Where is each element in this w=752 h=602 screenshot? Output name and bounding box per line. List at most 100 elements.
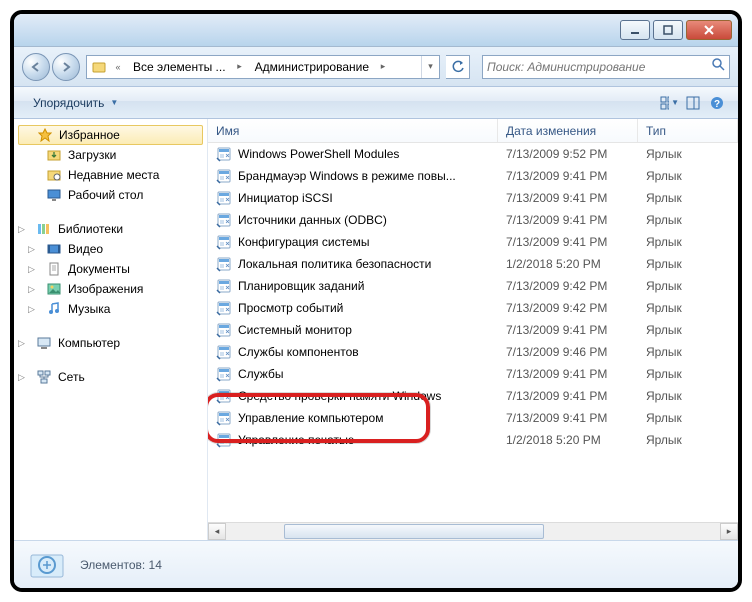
file-date: 7/13/2009 9:41 PM <box>498 191 638 205</box>
shortcut-icon <box>216 256 232 272</box>
sidebar-item-downloads[interactable]: Загрузки <box>14 145 207 165</box>
column-name[interactable]: Имя <box>208 119 498 142</box>
sidebar-item-pictures[interactable]: ▷ Изображения <box>14 279 207 299</box>
chevron-right-icon[interactable]: ▸ <box>376 56 390 78</box>
toolbar: Упорядочить ▼ ▼ ? <box>14 87 738 119</box>
file-date: 7/13/2009 9:41 PM <box>498 235 638 249</box>
forward-button[interactable] <box>52 53 80 81</box>
sidebar-item-label: Сеть <box>58 370 85 384</box>
column-type[interactable]: Тип <box>638 119 738 142</box>
close-button[interactable] <box>686 20 732 40</box>
file-row[interactable]: Службы компонентов7/13/2009 9:46 PMЯрлык <box>208 341 738 363</box>
sidebar-item-documents[interactable]: ▷ Документы <box>14 259 207 279</box>
file-row[interactable]: Инициатор iSCSI7/13/2009 9:41 PMЯрлык <box>208 187 738 209</box>
file-row[interactable]: Планировщик заданий7/13/2009 9:42 PMЯрлы… <box>208 275 738 297</box>
scroll-right-button[interactable]: ▸ <box>720 523 738 540</box>
chevron-down-icon: ▼ <box>110 98 118 107</box>
address-bar[interactable]: « Все элементы ... ▸ Администрирование ▸… <box>86 55 440 79</box>
expand-icon[interactable]: ▷ <box>28 264 40 275</box>
column-date[interactable]: Дата изменения <box>498 119 638 142</box>
horizontal-scrollbar[interactable]: ◂ ▸ <box>208 522 738 540</box>
breadcrumb-seg-2[interactable]: Администрирование <box>247 56 376 78</box>
star-icon <box>37 127 53 143</box>
refresh-button[interactable] <box>446 55 470 79</box>
sidebar: Избранное Загрузки Недавние места Рабочи… <box>14 119 208 540</box>
search-icon[interactable] <box>711 57 725 76</box>
scroll-left-button[interactable]: ◂ <box>208 523 226 540</box>
file-list: Windows PowerShell Modules 7/13/2009 9:52… <box>208 143 738 520</box>
expand-icon[interactable]: ▷ <box>18 372 30 383</box>
file-name: Windows PowerShell Modules <box>238 147 399 161</box>
file-name: Источники данных (ODBC) <box>238 213 387 227</box>
status-bar: Элементов: 14 <box>14 540 738 588</box>
chevron-right-icon[interactable]: ▸ <box>233 56 247 78</box>
sidebar-network[interactable]: ▷ Сеть <box>14 367 207 387</box>
address-dropdown-icon[interactable]: ▾ <box>421 56 439 78</box>
file-row[interactable]: Источники данных (ODBC)7/13/2009 9:41 PM… <box>208 209 738 231</box>
history-dropdown-icon[interactable]: « <box>111 56 125 78</box>
file-row[interactable]: Брандмауэр Windows в режиме повы...7/13/… <box>208 165 738 187</box>
file-date: 7/13/2009 9:52 PM <box>498 147 638 161</box>
file-type: Ярлык <box>638 345 738 359</box>
scroll-thumb[interactable] <box>284 524 544 539</box>
titlebar <box>14 14 738 47</box>
expand-icon[interactable]: ▷ <box>28 284 40 295</box>
file-type: Ярлык <box>638 279 738 293</box>
sidebar-item-desktop[interactable]: Рабочий стол <box>14 185 207 205</box>
organize-button[interactable]: Упорядочить ▼ <box>24 91 127 115</box>
pictures-icon <box>46 281 62 297</box>
file-row[interactable]: Управление печатью1/2/2018 5:20 PMЯрлык <box>208 429 738 451</box>
organize-label: Упорядочить <box>33 96 104 110</box>
recent-icon <box>46 167 62 183</box>
back-button[interactable] <box>22 53 50 81</box>
expand-icon[interactable]: ▷ <box>18 224 30 235</box>
search-input[interactable] <box>487 60 711 74</box>
file-row[interactable]: Средство проверки памяти Windows7/13/200… <box>208 385 738 407</box>
shortcut-icon <box>216 432 232 448</box>
shortcut-icon <box>216 410 232 426</box>
file-type: Ярлык <box>638 367 738 381</box>
sidebar-item-recent[interactable]: Недавние места <box>14 165 207 185</box>
file-row[interactable]: Конфигурация системы7/13/2009 9:41 PMЯрл… <box>208 231 738 253</box>
expand-icon[interactable]: ▷ <box>18 338 30 349</box>
breadcrumb-seg-1[interactable]: Все элементы ... <box>125 56 233 78</box>
file-date: 1/2/2018 5:20 PM <box>498 257 638 271</box>
expand-icon[interactable]: ▷ <box>28 304 40 315</box>
sidebar-item-label: Видео <box>68 242 103 256</box>
nav-row: « Все элементы ... ▸ Администрирование ▸… <box>14 47 738 87</box>
minimize-button[interactable] <box>620 20 650 40</box>
search-box[interactable] <box>482 55 730 79</box>
file-row[interactable]: Просмотр событий7/13/2009 9:42 PMЯрлык <box>208 297 738 319</box>
sidebar-item-label: Музыка <box>68 302 110 316</box>
file-name: Инициатор iSCSI <box>238 191 333 205</box>
sidebar-computer[interactable]: ▷ Компьютер <box>14 333 207 353</box>
help-button[interactable]: ? <box>706 92 728 114</box>
file-row[interactable]: Службы7/13/2009 9:41 PMЯрлык <box>208 363 738 385</box>
file-name: Системный монитор <box>238 323 352 337</box>
file-row[interactable]: Системный монитор7/13/2009 9:41 PMЯрлык <box>208 319 738 341</box>
view-mode-button[interactable]: ▼ <box>658 92 680 114</box>
file-date: 7/13/2009 9:41 PM <box>498 323 638 337</box>
sidebar-item-video[interactable]: ▷ Видео <box>14 239 207 259</box>
file-type: Ярлык <box>638 411 738 425</box>
column-headers: Имя Дата изменения Тип <box>208 119 738 143</box>
sidebar-item-label: Библиотеки <box>58 222 123 236</box>
file-type: Ярлык <box>638 147 738 161</box>
preview-pane-button[interactable] <box>682 92 704 114</box>
file-date: 1/2/2018 5:20 PM <box>498 433 638 447</box>
shortcut-icon <box>216 300 232 316</box>
file-name: Брандмауэр Windows в режиме повы... <box>238 169 456 183</box>
expand-icon[interactable]: ▷ <box>28 244 40 255</box>
svg-text:?: ? <box>714 99 720 110</box>
music-icon <box>46 301 62 317</box>
file-row[interactable]: Управление компьютером7/13/2009 9:41 PMЯ… <box>208 407 738 429</box>
file-row[interactable]: Локальная политика безопасности1/2/2018 … <box>208 253 738 275</box>
shortcut-icon <box>216 322 232 338</box>
maximize-button[interactable] <box>653 20 683 40</box>
sidebar-item-music[interactable]: ▷ Музыка <box>14 299 207 319</box>
sidebar-favorites[interactable]: Избранное <box>18 125 203 145</box>
file-type: Ярлык <box>638 389 738 403</box>
scroll-track[interactable] <box>226 523 720 540</box>
file-row[interactable]: Windows PowerShell Modules 7/13/2009 9:52… <box>208 143 738 165</box>
sidebar-libraries[interactable]: ▷ Библиотеки <box>14 219 207 239</box>
